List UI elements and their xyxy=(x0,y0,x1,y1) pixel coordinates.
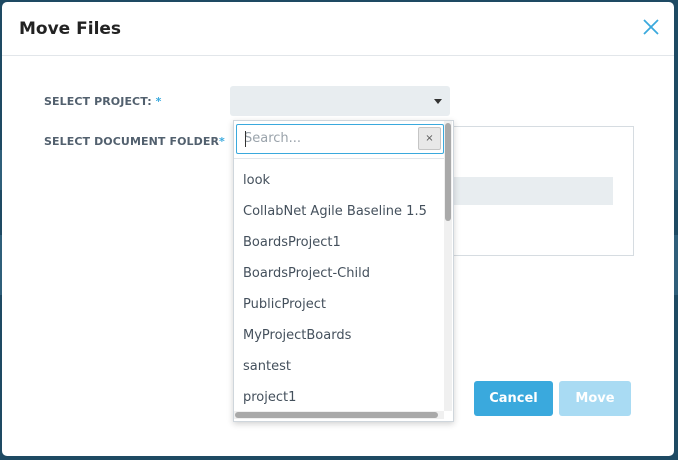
caret-down-icon xyxy=(434,99,442,104)
dialog-header: Move Files xyxy=(2,2,674,56)
vertical-scrollbar[interactable] xyxy=(444,121,452,411)
move-button[interactable]: Move xyxy=(559,381,631,416)
project-dropdown: × look CollabNet Agile Baseline 1.5 Boar… xyxy=(233,120,454,422)
horizontal-scroll-thumb[interactable] xyxy=(235,412,438,418)
cancel-button[interactable]: Cancel xyxy=(474,381,553,416)
project-list: look CollabNet Agile Baseline 1.5 Boards… xyxy=(234,165,444,413)
select-project-label: SELECT PROJECT: * xyxy=(44,95,162,108)
search-box: × xyxy=(236,124,444,154)
required-marker: * xyxy=(219,135,225,148)
text-cursor xyxy=(245,131,246,147)
folder-tree-row[interactable] xyxy=(442,177,613,205)
required-marker: * xyxy=(151,95,162,108)
search-input[interactable] xyxy=(237,125,414,151)
clear-search-button[interactable]: × xyxy=(418,127,441,150)
document-folder-tree[interactable] xyxy=(442,126,634,256)
horizontal-scrollbar[interactable] xyxy=(234,411,444,419)
vertical-scroll-thumb[interactable] xyxy=(445,123,451,221)
select-folder-label: SELECT DOCUMENT FOLDER* xyxy=(44,135,225,148)
close-button[interactable] xyxy=(640,16,662,38)
list-item[interactable]: BoardsProject-Child xyxy=(234,258,444,289)
move-files-dialog: Move Files SELECT PROJECT: * SELECT DOCU… xyxy=(2,2,674,456)
project-select[interactable] xyxy=(230,86,450,116)
list-item[interactable]: BoardsProject1 xyxy=(234,227,444,258)
dialog-title: Move Files xyxy=(19,19,122,39)
close-x-icon xyxy=(643,19,659,35)
list-item[interactable]: santest xyxy=(234,351,444,382)
list-item[interactable]: PublicProject xyxy=(234,289,444,320)
divider xyxy=(234,158,444,159)
list-item[interactable]: project1 xyxy=(234,382,444,413)
list-item[interactable]: MyProjectBoards xyxy=(234,320,444,351)
list-item[interactable]: look xyxy=(234,165,444,196)
list-item[interactable]: CollabNet Agile Baseline 1.5 xyxy=(234,196,444,227)
